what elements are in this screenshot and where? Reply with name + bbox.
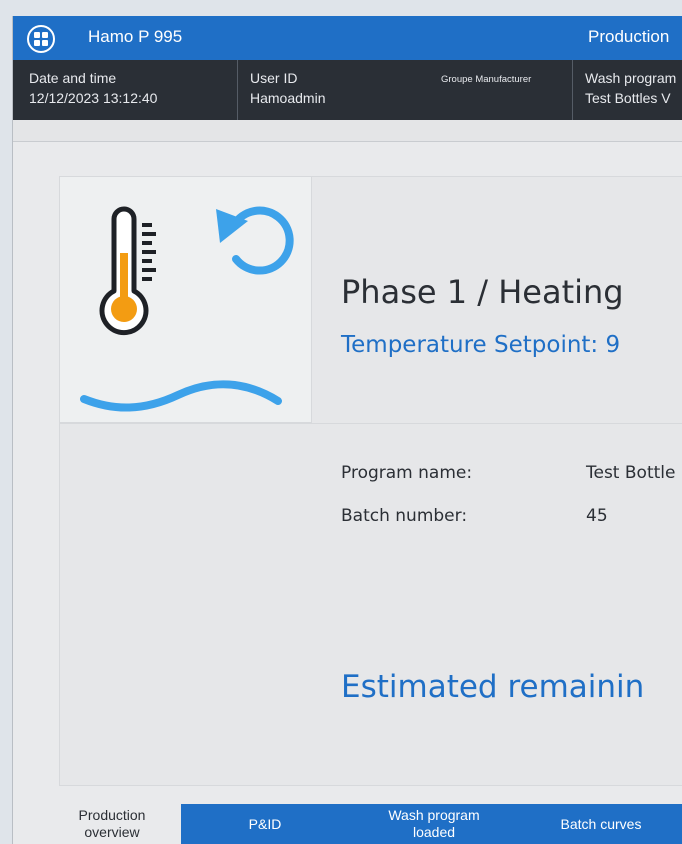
bottom-navigation: Production overview P&ID Wash program lo… [13, 804, 682, 844]
tab-label: P&ID [248, 815, 282, 832]
thermometer-icon [99, 206, 156, 336]
tab-label: Production [78, 807, 146, 823]
datetime-cell: Date and time 12/12/2023 13:12:40 [29, 68, 157, 108]
batch-number-value: 45 [586, 506, 608, 526]
info-bar: Date and time 12/12/2023 13:12:40 User I… [13, 60, 682, 120]
temperature-setpoint: Temperature Setpoint: 9 [341, 332, 621, 358]
estimated-remaining-time: Estimated remainin [341, 669, 645, 705]
tab-label: overview [84, 824, 140, 840]
tab-production-overview[interactable]: Production overview [43, 804, 181, 844]
user-value: Hamoadmin [250, 90, 326, 106]
divider [572, 60, 573, 120]
secondary-strip [13, 120, 682, 142]
program-name-value: Test Bottle [586, 463, 676, 483]
tab-wash-program-loaded[interactable]: Wash program loaded [349, 804, 519, 844]
user-cell: User ID Hamoadmin [250, 68, 325, 108]
phase-title: Phase 1 / Heating [341, 273, 624, 311]
wash-program-label: Wash program [585, 70, 677, 86]
program-name-label: Program name: [341, 463, 473, 483]
phase-icon-box [60, 177, 312, 423]
wash-program-cell: Wash program Test Bottles V [585, 68, 676, 108]
datetime-value: 12/12/2023 13:12:40 [29, 90, 158, 106]
divider [60, 423, 682, 424]
mode-title: Production [588, 27, 670, 46]
group-label: Groupe Manufacturer [441, 74, 532, 85]
tab-label: Batch curves [560, 815, 642, 832]
production-panel: Phase 1 / Heating Temperature Setpoint: … [59, 176, 682, 786]
tab-batch-curves[interactable]: Batch curves [519, 804, 682, 844]
user-label: User ID [250, 70, 298, 86]
app-title: Hamo P 995 [88, 27, 183, 46]
tab-pid[interactable]: P&ID [181, 804, 349, 844]
wash-program-value: Test Bottles V [585, 90, 671, 106]
hmi-window: Hamo P 995 Production Date and time 12/1… [12, 16, 682, 844]
tab-label: Wash program [388, 807, 480, 823]
title-bar: Hamo P 995 Production [13, 16, 682, 60]
divider [237, 60, 238, 120]
tab-label: loaded [412, 824, 456, 840]
batch-number-label: Batch number: [341, 506, 468, 526]
logo-icon[interactable] [27, 25, 55, 53]
wave-icon [80, 380, 282, 412]
rotate-icon [216, 206, 294, 275]
datetime-label: Date and time [29, 70, 117, 86]
